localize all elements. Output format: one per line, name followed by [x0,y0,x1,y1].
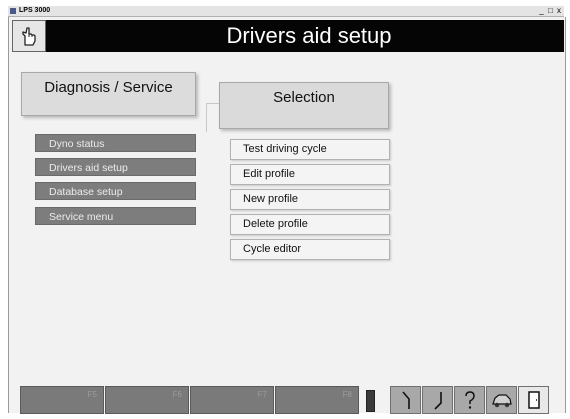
hand-pointer-icon [22,27,36,46]
f6-key[interactable]: F6 [105,386,189,414]
hand-pointer-button[interactable] [12,20,46,52]
delete-profile-button[interactable]: Delete profile [230,214,390,235]
f8-key[interactable]: F8 [275,386,359,414]
menu-item-drivers-aid-setup[interactable]: Drivers aid setup [35,158,196,176]
window-titlebar: LPS 3000 _ □ x [8,6,564,17]
ramp-up-icon [401,391,410,409]
exit-door-icon [527,391,540,409]
edit-profile-button[interactable]: Edit profile [230,164,390,185]
test-driving-cycle-button[interactable]: Test driving cycle [230,139,390,160]
help-button[interactable] [454,386,485,414]
menu-item-database-setup[interactable]: Database setup [35,182,196,200]
ramp-down-button[interactable] [422,386,453,414]
menu-item-service-menu[interactable]: Service menu [35,207,196,225]
selection-title: Selection [219,82,389,129]
menu-item-dyno-status[interactable]: Dyno status [35,134,196,152]
f7-key[interactable]: F7 [190,386,274,414]
car-button[interactable] [486,386,517,414]
page-title: Drivers aid setup [226,23,392,48]
help-icon [464,391,475,409]
exit-button[interactable] [518,386,549,414]
diagnosis-service-group-title: Diagnosis / Service [21,72,196,116]
window-controls[interactable]: _ □ x [539,6,562,16]
app-icon [10,8,16,14]
function-bar-separator [366,390,375,412]
ramp-up-button[interactable] [390,386,421,414]
selection-connector-line [206,103,220,132]
car-icon [491,394,512,408]
new-profile-button[interactable]: New profile [230,189,390,210]
cycle-editor-button[interactable]: Cycle editor [230,239,390,260]
function-key-bar: F5 F6 F7 F8 [12,386,564,416]
f5-key[interactable]: F5 [20,386,104,414]
ramp-down-icon [433,392,442,410]
window-title: LPS 3000 [19,7,51,14]
